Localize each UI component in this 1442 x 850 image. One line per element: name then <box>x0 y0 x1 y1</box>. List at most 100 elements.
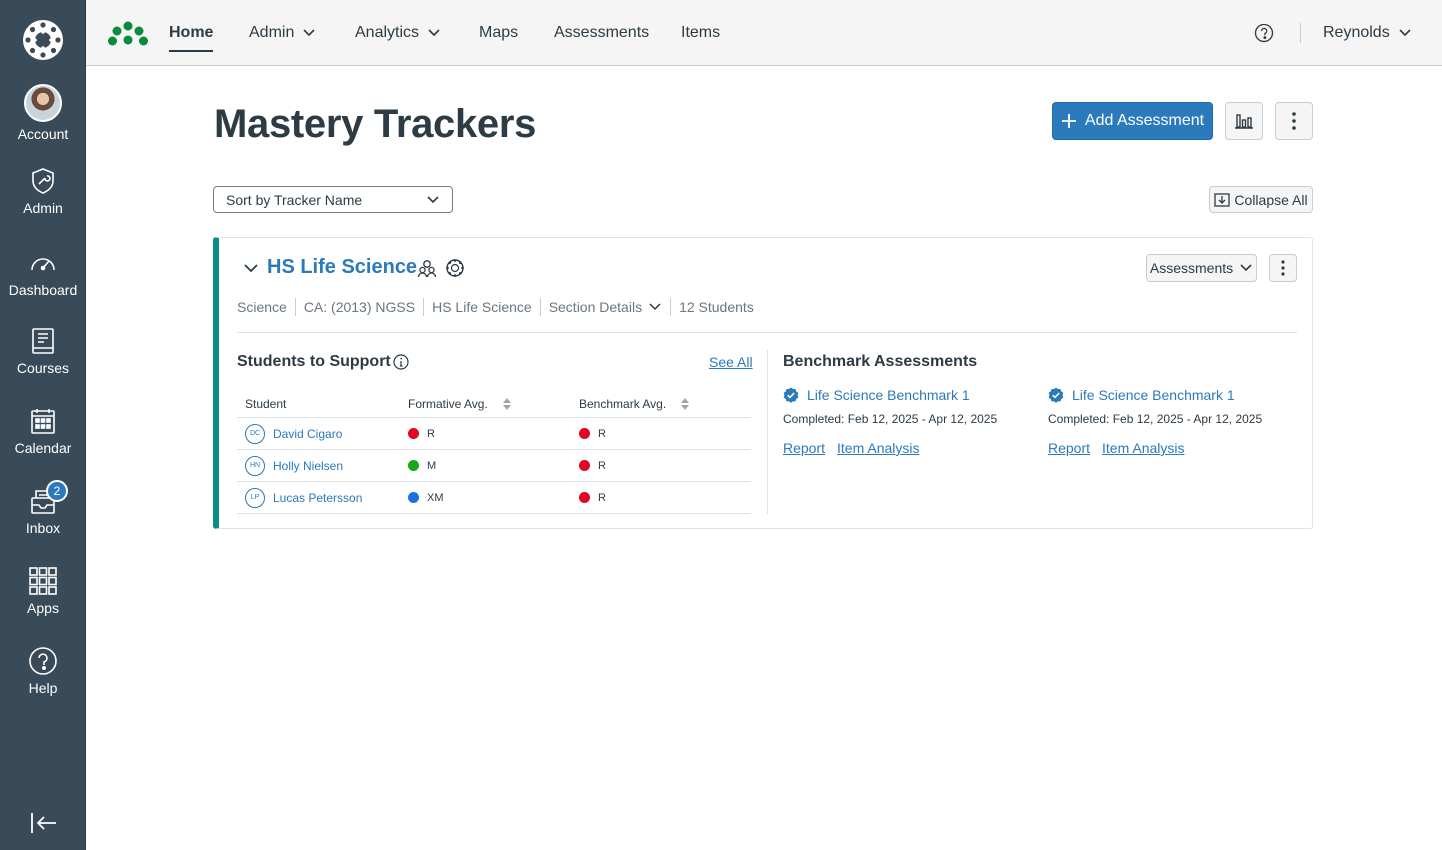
student-cell: HN Holly Nielsen <box>237 455 408 476</box>
item-analysis-link[interactable]: Item Analysis <box>837 440 919 456</box>
mastery-rating: XM <box>427 491 444 504</box>
collapse-all-button[interactable]: Collapse All <box>1209 186 1313 213</box>
section-details-toggle[interactable]: Section Details <box>541 298 672 316</box>
tracker-more-options-button[interactable] <box>1269 254 1297 282</box>
benchmark-cell: R <box>579 492 751 504</box>
benchmark-completed-dates: Completed: Feb 12, 2025 - Apr 12, 2025 <box>783 412 998 426</box>
tab-admin-label: Admin <box>249 24 295 41</box>
mastery-dot <box>579 428 590 439</box>
benchmark-title-link[interactable]: Life Science Benchmark 1 <box>783 387 1033 403</box>
collapse-nav-icon[interactable] <box>30 810 58 836</box>
mastery-rating: R <box>598 459 606 472</box>
plus-icon <box>1061 114 1076 128</box>
benchmark-title-link[interactable]: Life Science Benchmark 1 <box>1048 387 1298 403</box>
chevron-down-icon <box>428 29 440 37</box>
report-link[interactable]: Report <box>783 440 825 456</box>
tab-analytics[interactable]: Analytics <box>355 0 441 66</box>
see-all-link[interactable]: See All <box>709 354 753 370</box>
mastery-rating: R <box>598 427 606 440</box>
help-icon <box>29 647 57 675</box>
benchmark-title: Life Science Benchmark 1 <box>807 387 970 403</box>
column-header-student: Student <box>237 397 408 411</box>
grid-icon <box>29 567 57 595</box>
nav-help-label: Help <box>28 680 58 696</box>
canvas-logo-icon[interactable] <box>22 19 64 61</box>
nav-admin[interactable]: Admin <box>0 166 86 216</box>
add-assessment-button[interactable]: Add Assessment <box>1052 102 1213 140</box>
calendar-icon <box>31 409 55 434</box>
nav-apps-label: Apps <box>27 600 59 616</box>
student-name-link[interactable]: David Cigaro <box>273 427 342 441</box>
tracker-title[interactable]: HS Life Science <box>267 256 417 279</box>
help-icon[interactable] <box>1254 23 1274 43</box>
student-name-link[interactable]: Lucas Petersson <box>273 491 362 505</box>
table-header-row: Student Formative Avg. Benchmark Avg. <box>237 390 751 418</box>
nav-courses[interactable]: Courses <box>0 326 86 376</box>
verified-badge-icon <box>1048 387 1064 403</box>
report-link[interactable]: Report <box>1048 440 1090 456</box>
benchmark-completed-dates: Completed: Feb 12, 2025 - Apr 12, 2025 <box>1048 412 1263 426</box>
assessments-dropdown-label: Assessments <box>1149 260 1234 276</box>
mastery-dot <box>408 428 419 439</box>
student-cell: LP Lucas Petersson <box>237 487 408 508</box>
meta-student-count: 12 Students <box>679 299 754 315</box>
tab-assessments-label: Assessments <box>554 24 650 41</box>
benchmark-item: Life Science Benchmark 1 Completed: Feb … <box>783 387 1033 456</box>
chevron-down-icon[interactable] <box>243 260 259 276</box>
column-header-formative[interactable]: Formative Avg. <box>408 397 579 411</box>
tab-admin[interactable]: Admin <box>249 0 316 66</box>
mastery-dot <box>579 460 590 471</box>
tab-home[interactable]: Home <box>169 0 214 66</box>
nav-courses-label: Courses <box>16 360 70 376</box>
chevron-down-icon <box>649 303 661 311</box>
section-details-label: Section Details <box>548 299 643 315</box>
nav-dashboard[interactable]: Dashboard <box>0 248 86 298</box>
student-initials-avatar: DC <box>245 423 265 444</box>
tab-items[interactable]: Items <box>681 0 720 66</box>
assessments-dropdown-button[interactable]: Assessments <box>1146 254 1257 282</box>
student-initials-avatar: HN <box>245 455 265 476</box>
nav-help[interactable]: Help <box>0 646 86 696</box>
nav-inbox[interactable]: 2 Inbox <box>0 480 86 536</box>
chevron-down-icon <box>1240 264 1252 272</box>
info-icon[interactable] <box>393 354 409 370</box>
sort-select[interactable]: Sort by Tracker Name <box>213 186 453 213</box>
formative-cell: XM <box>408 492 579 504</box>
mastery-dot <box>408 492 419 503</box>
verified-badge-icon <box>783 387 799 403</box>
student-name-link[interactable]: Holly Nielsen <box>273 459 343 473</box>
page-more-options-button[interactable] <box>1275 102 1313 140</box>
nav-account[interactable]: Account <box>0 84 86 142</box>
mastery-rating: R <box>427 427 435 440</box>
users-icon <box>417 260 437 278</box>
students-to-support-heading: Students to Support <box>237 353 391 370</box>
collapse-icon <box>1214 192 1231 207</box>
divider <box>237 332 1297 333</box>
shield-wrench-icon <box>32 168 54 194</box>
item-analysis-link[interactable]: Item Analysis <box>1102 440 1184 456</box>
formative-cell: M <box>408 460 579 472</box>
analytics-button[interactable] <box>1225 102 1263 140</box>
mastery-rating: M <box>427 459 437 472</box>
user-menu[interactable]: Reynolds <box>1323 0 1412 66</box>
sort-select-value: Sort by Tracker Name <box>226 191 363 208</box>
tab-maps[interactable]: Maps <box>479 0 518 66</box>
nav-apps[interactable]: Apps <box>0 566 86 616</box>
table-row: DC David Cigaro R R <box>237 418 751 450</box>
meta-course: HS Life Science <box>424 298 541 316</box>
nav-admin-label: Admin <box>23 200 63 216</box>
avatar <box>24 84 62 122</box>
nav-calendar-label: Calendar <box>14 440 72 456</box>
meta-subject: Science <box>237 298 296 316</box>
student-initials-avatar: LP <box>245 487 265 508</box>
app-root: Account Admin Dashboard Courses Calendar… <box>0 0 1442 850</box>
tab-assessments[interactable]: Assessments <box>554 0 649 66</box>
sort-icon <box>502 397 511 410</box>
brand-logo-icon[interactable] <box>108 20 148 46</box>
global-nav: Account Admin Dashboard Courses Calendar… <box>0 0 86 850</box>
top-bar: Home Admin Analytics Maps Assessments It… <box>86 0 1442 66</box>
table-row: HN Holly Nielsen M R <box>237 450 751 482</box>
nav-inbox-label: Inbox <box>25 520 61 536</box>
nav-calendar[interactable]: Calendar <box>0 406 86 456</box>
column-header-benchmark[interactable]: Benchmark Avg. <box>579 397 751 411</box>
